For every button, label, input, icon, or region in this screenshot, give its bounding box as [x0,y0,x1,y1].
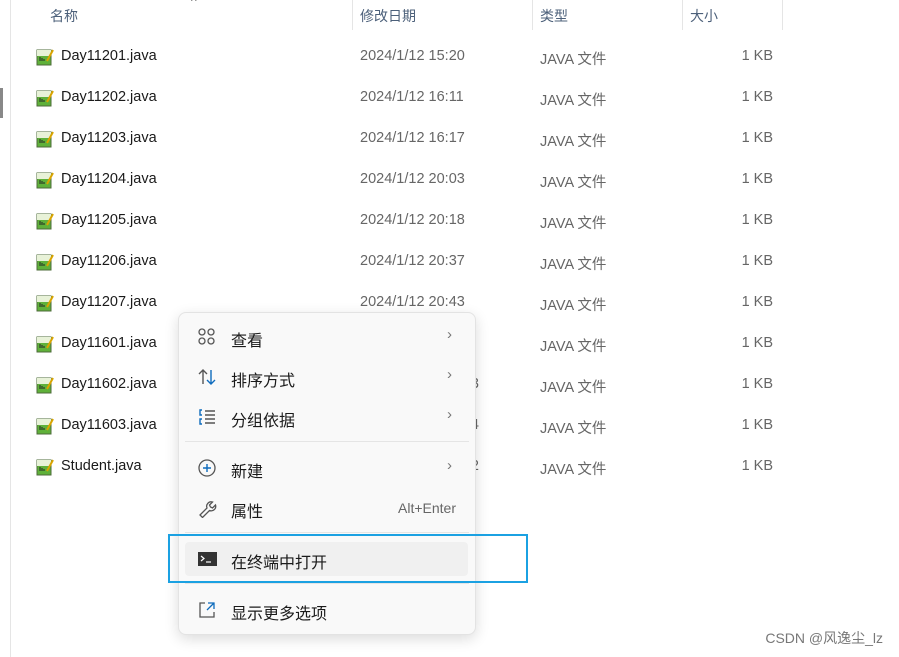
menu-divider [185,441,469,442]
file-date: 2024/1/12 20:37 [360,253,465,269]
file-size: 1 KB [741,417,773,433]
menu-label: 分组依据 [231,413,296,430]
java-file-icon [36,90,54,107]
column-divider[interactable] [532,0,533,30]
menu-divider [185,583,469,584]
file-size: 1 KB [741,212,773,228]
watermark: CSDN @风逸尘_lz [765,630,883,646]
file-type: JAVA 文件 [540,462,607,478]
column-header: ^ 名称 修改日期 类型 大小 [0,0,899,34]
chevron-right-icon: › [447,406,452,423]
file-size: 1 KB [741,48,773,64]
file-type: JAVA 文件 [540,380,607,396]
file-type: JAVA 文件 [540,93,607,109]
file-size: 1 KB [741,376,773,392]
context-menu: 查看 › 排序方式 › 分组依据 › 新建 › 属性 Alt+Enter 在终端… [178,312,476,635]
menu-label: 新建 [231,464,264,481]
file-row[interactable]: Day11203.java 2024/1/12 16:17 JAVA 文件 1 … [30,119,790,160]
menu-divider [185,532,469,533]
file-type: JAVA 文件 [540,421,607,437]
chevron-right-icon: › [447,326,452,343]
file-size: 1 KB [741,253,773,269]
file-size: 1 KB [741,294,773,310]
file-type: JAVA 文件 [540,52,607,68]
column-divider[interactable] [782,0,783,30]
menu-label: 显示更多选项 [231,606,328,623]
column-type[interactable]: 类型 [540,6,568,26]
file-date: 2024/1/12 16:17 [360,130,465,146]
file-type: JAVA 文件 [540,298,607,314]
column-divider[interactable] [352,0,353,30]
chevron-right-icon: › [447,457,452,474]
plus-circle-icon [198,459,216,477]
file-name: Day11202.java [61,89,157,105]
file-row[interactable]: Day11206.java 2024/1/12 20:37 JAVA 文件 1 … [30,242,790,283]
grid-icon [198,328,215,345]
column-size[interactable]: 大小 [690,6,718,26]
java-file-icon [36,172,54,189]
file-size: 1 KB [741,130,773,146]
menu-item-more-options[interactable]: 显示更多选项 [185,593,468,627]
file-size: 1 KB [741,335,773,351]
file-type: JAVA 文件 [540,257,607,273]
scrollbar-thumb[interactable] [0,88,3,118]
file-name: Day11601.java [61,335,157,351]
file-date: 2024/1/12 15:20 [360,48,465,64]
file-date: 2024/1/12 20:18 [360,212,465,228]
file-date: 2024/1/12 20:03 [360,171,465,187]
menu-item-view[interactable]: 查看 › [185,320,468,354]
file-name: Day11602.java [61,376,157,392]
menu-item-properties[interactable]: 属性 Alt+Enter [185,491,468,525]
file-type: JAVA 文件 [540,216,607,232]
column-date[interactable]: 修改日期 [360,6,416,26]
pane-divider [10,0,11,657]
java-file-icon [36,254,54,271]
file-date: 2024/1/12 20:43 [360,294,465,310]
java-file-icon [36,336,54,353]
file-date: 2024/1/12 16:11 [360,89,464,105]
wrench-icon [199,501,217,518]
menu-label: 排序方式 [231,373,296,390]
group-list-icon [199,409,215,425]
file-row[interactable]: Day11205.java 2024/1/12 20:18 JAVA 文件 1 … [30,201,790,242]
file-name: Day11207.java [61,294,157,310]
file-row[interactable]: Day11202.java 2024/1/12 16:11 JAVA 文件 1 … [30,78,790,119]
file-size: 1 KB [741,458,773,474]
file-name: Student.java [61,458,142,474]
java-file-icon [36,49,54,66]
file-name: Day11204.java [61,171,157,187]
file-name: Day11203.java [61,130,157,146]
highlight-annotation [168,534,528,583]
file-row[interactable]: Day11201.java 2024/1/12 15:20 JAVA 文件 1 … [30,37,790,78]
sort-arrows-icon [198,369,216,385]
open-external-icon [199,602,215,618]
file-size: 1 KB [741,171,773,187]
java-file-icon [36,377,54,394]
file-type: JAVA 文件 [540,175,607,191]
column-divider[interactable] [682,0,683,30]
menu-item-sort[interactable]: 排序方式 › [185,360,468,394]
file-size: 1 KB [741,89,773,105]
java-file-icon [36,418,54,435]
file-type: JAVA 文件 [540,339,607,355]
menu-label: 属性 [231,504,264,521]
menu-item-new[interactable]: 新建 › [185,451,468,485]
file-name: Day11603.java [61,417,157,433]
shortcut-label: Alt+Enter [398,500,456,516]
menu-label: 查看 [231,333,264,350]
file-type: JAVA 文件 [540,134,607,150]
file-name: Day11205.java [61,212,157,228]
chevron-right-icon: › [447,366,452,383]
sort-up-icon: ^ [191,0,197,8]
java-file-icon [36,213,54,230]
menu-item-group[interactable]: 分组依据 › [185,400,468,434]
column-name[interactable]: 名称 [50,6,78,26]
file-name: Day11206.java [61,253,157,269]
java-file-icon [36,459,54,476]
file-row[interactable]: Day11204.java 2024/1/12 20:03 JAVA 文件 1 … [30,160,790,201]
java-file-icon [36,131,54,148]
file-name: Day11201.java [61,48,157,64]
java-file-icon [36,295,54,312]
